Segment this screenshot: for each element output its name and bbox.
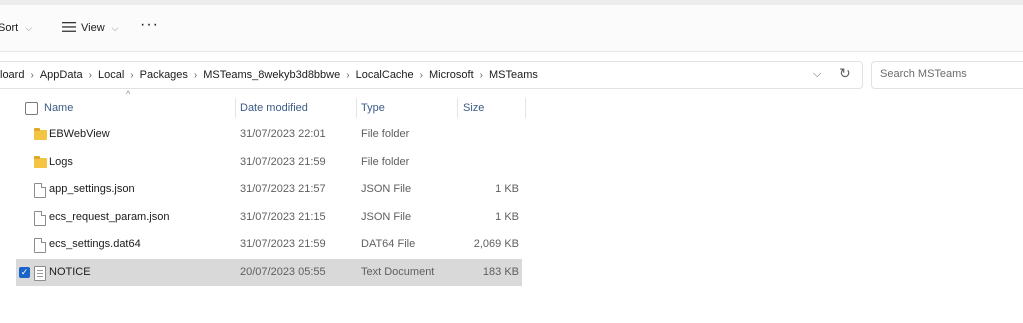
file-row[interactable]: ecs_request_param.json 31/07/2023 21:15 JS… bbox=[16, 204, 522, 231]
file-icon bbox=[34, 210, 46, 226]
file-date-modified: 31/07/2023 21:15 bbox=[240, 210, 326, 223]
file-size: 1 KB bbox=[495, 183, 519, 195]
column-divider[interactable] bbox=[235, 98, 236, 118]
chevron-down-icon[interactable]: ⌵ bbox=[813, 68, 821, 81]
breadcrumb-item[interactable]: Local bbox=[98, 69, 124, 81]
file-name: NOTICE bbox=[49, 265, 91, 278]
breadcrumb: loard › AppData › Local › Packages › MSTeams_8we… bbox=[0, 69, 538, 81]
file-type: Text Document bbox=[361, 265, 435, 278]
search-input[interactable] bbox=[880, 68, 1020, 80]
select-all-checkbox[interactable] bbox=[25, 102, 38, 115]
file-name: EBWebView bbox=[49, 128, 110, 140]
file-date-modified: 31/07/2023 21:57 bbox=[240, 183, 326, 195]
column-divider[interactable] bbox=[356, 98, 357, 118]
chevron-right-icon[interactable]: › bbox=[30, 70, 33, 81]
file-icon bbox=[34, 238, 46, 253]
chevron-right-icon[interactable]: › bbox=[346, 70, 349, 81]
chevron-right-icon[interactable]: › bbox=[89, 70, 92, 81]
sort-label: Sort bbox=[0, 22, 19, 34]
sort-ascending-icon: ^ bbox=[126, 89, 131, 99]
file-type: DAT64 File bbox=[361, 238, 416, 250]
column-divider[interactable] bbox=[525, 98, 526, 118]
more-icon: ··· bbox=[140, 16, 159, 33]
file-name: ecs_request_param.json bbox=[49, 210, 170, 223]
file-row[interactable]: ecs_settings.dat64 31/07/2023 21:59 DAT64 … bbox=[16, 231, 522, 258]
breadcrumb-item[interactable]: loard bbox=[0, 69, 24, 81]
column-divider[interactable] bbox=[457, 98, 458, 118]
chevron-right-icon[interactable]: › bbox=[130, 70, 133, 81]
file-name: Logs bbox=[49, 155, 73, 168]
file-date-modified: 20/07/2023 05:55 bbox=[240, 265, 326, 278]
file-size: 2,069 KB bbox=[473, 238, 519, 250]
breadcrumb-item[interactable]: AppData bbox=[40, 69, 83, 81]
breadcrumb-item[interactable]: MSTeams_8wekyb3d8bbwe bbox=[203, 69, 340, 81]
column-header-row: Name ^ Date modified Type Size bbox=[16, 89, 526, 121]
chevron-down-icon: ⌵ bbox=[111, 22, 119, 33]
sort-button[interactable]: Sort ⌵ bbox=[0, 15, 32, 41]
more-options-button[interactable]: ··· bbox=[140, 12, 159, 38]
view-icon bbox=[62, 21, 76, 35]
file-row[interactable]: app_settings.json 31/07/2023 21:57 JSON Fi… bbox=[16, 176, 522, 203]
file-row[interactable]: Logs 31/07/2023 21:59 File folder bbox=[16, 149, 522, 176]
column-header-name[interactable]: Name bbox=[44, 95, 73, 121]
breadcrumb-item[interactable]: Packages bbox=[140, 69, 188, 81]
breadcrumb-item[interactable]: MSTeams bbox=[489, 69, 538, 81]
refresh-icon[interactable]: ↻ bbox=[839, 65, 851, 82]
command-bar: Sort ⌵ View ⌵ ··· bbox=[0, 5, 1023, 52]
chevron-down-icon: ⌵ bbox=[25, 22, 33, 33]
folder-icon bbox=[34, 155, 47, 168]
file-type: JSON File bbox=[361, 183, 412, 195]
chevron-right-icon[interactable]: › bbox=[480, 70, 483, 81]
column-header-size[interactable]: Size bbox=[463, 95, 484, 121]
breadcrumb-item[interactable]: Microsoft bbox=[429, 69, 474, 81]
chevron-right-icon[interactable]: › bbox=[194, 70, 197, 81]
chevron-right-icon[interactable]: › bbox=[420, 70, 423, 81]
address-row: loard › AppData › Local › Packages › MSTeams_8we… bbox=[0, 52, 1023, 94]
file-icon bbox=[34, 183, 46, 198]
column-header-type[interactable]: Type bbox=[361, 95, 385, 121]
file-type: File folder bbox=[361, 155, 410, 168]
search-box[interactable] bbox=[871, 61, 1023, 89]
folder-icon bbox=[34, 128, 47, 140]
file-row[interactable]: ✓ NOTICE 20/07/2023 05:55 Text Document 183 … bbox=[16, 258, 522, 286]
view-button[interactable]: View ⌵ bbox=[62, 15, 118, 41]
column-header-date[interactable]: Date modified bbox=[240, 95, 308, 121]
file-date-modified: 31/07/2023 21:59 bbox=[240, 238, 326, 250]
file-date-modified: 31/07/2023 21:59 bbox=[240, 155, 326, 168]
row-checkbox[interactable]: ✓ bbox=[19, 266, 30, 278]
file-row[interactable]: EBWebView 31/07/2023 22:01 File folder bbox=[16, 121, 522, 148]
breadcrumb-item[interactable]: LocalCache bbox=[356, 69, 414, 81]
text-document-icon bbox=[34, 265, 46, 281]
file-name: app_settings.json bbox=[49, 183, 135, 195]
file-size: 1 KB bbox=[495, 210, 519, 223]
file-type: JSON File bbox=[361, 210, 412, 223]
file-size: 183 KB bbox=[482, 265, 519, 278]
view-label: View bbox=[81, 22, 105, 34]
file-type: File folder bbox=[361, 128, 410, 140]
address-bar[interactable]: loard › AppData › Local › Packages › MSTeams_8we… bbox=[0, 61, 863, 89]
file-date-modified: 31/07/2023 22:01 bbox=[240, 128, 326, 140]
file-name: ecs_settings.dat64 bbox=[49, 238, 141, 250]
